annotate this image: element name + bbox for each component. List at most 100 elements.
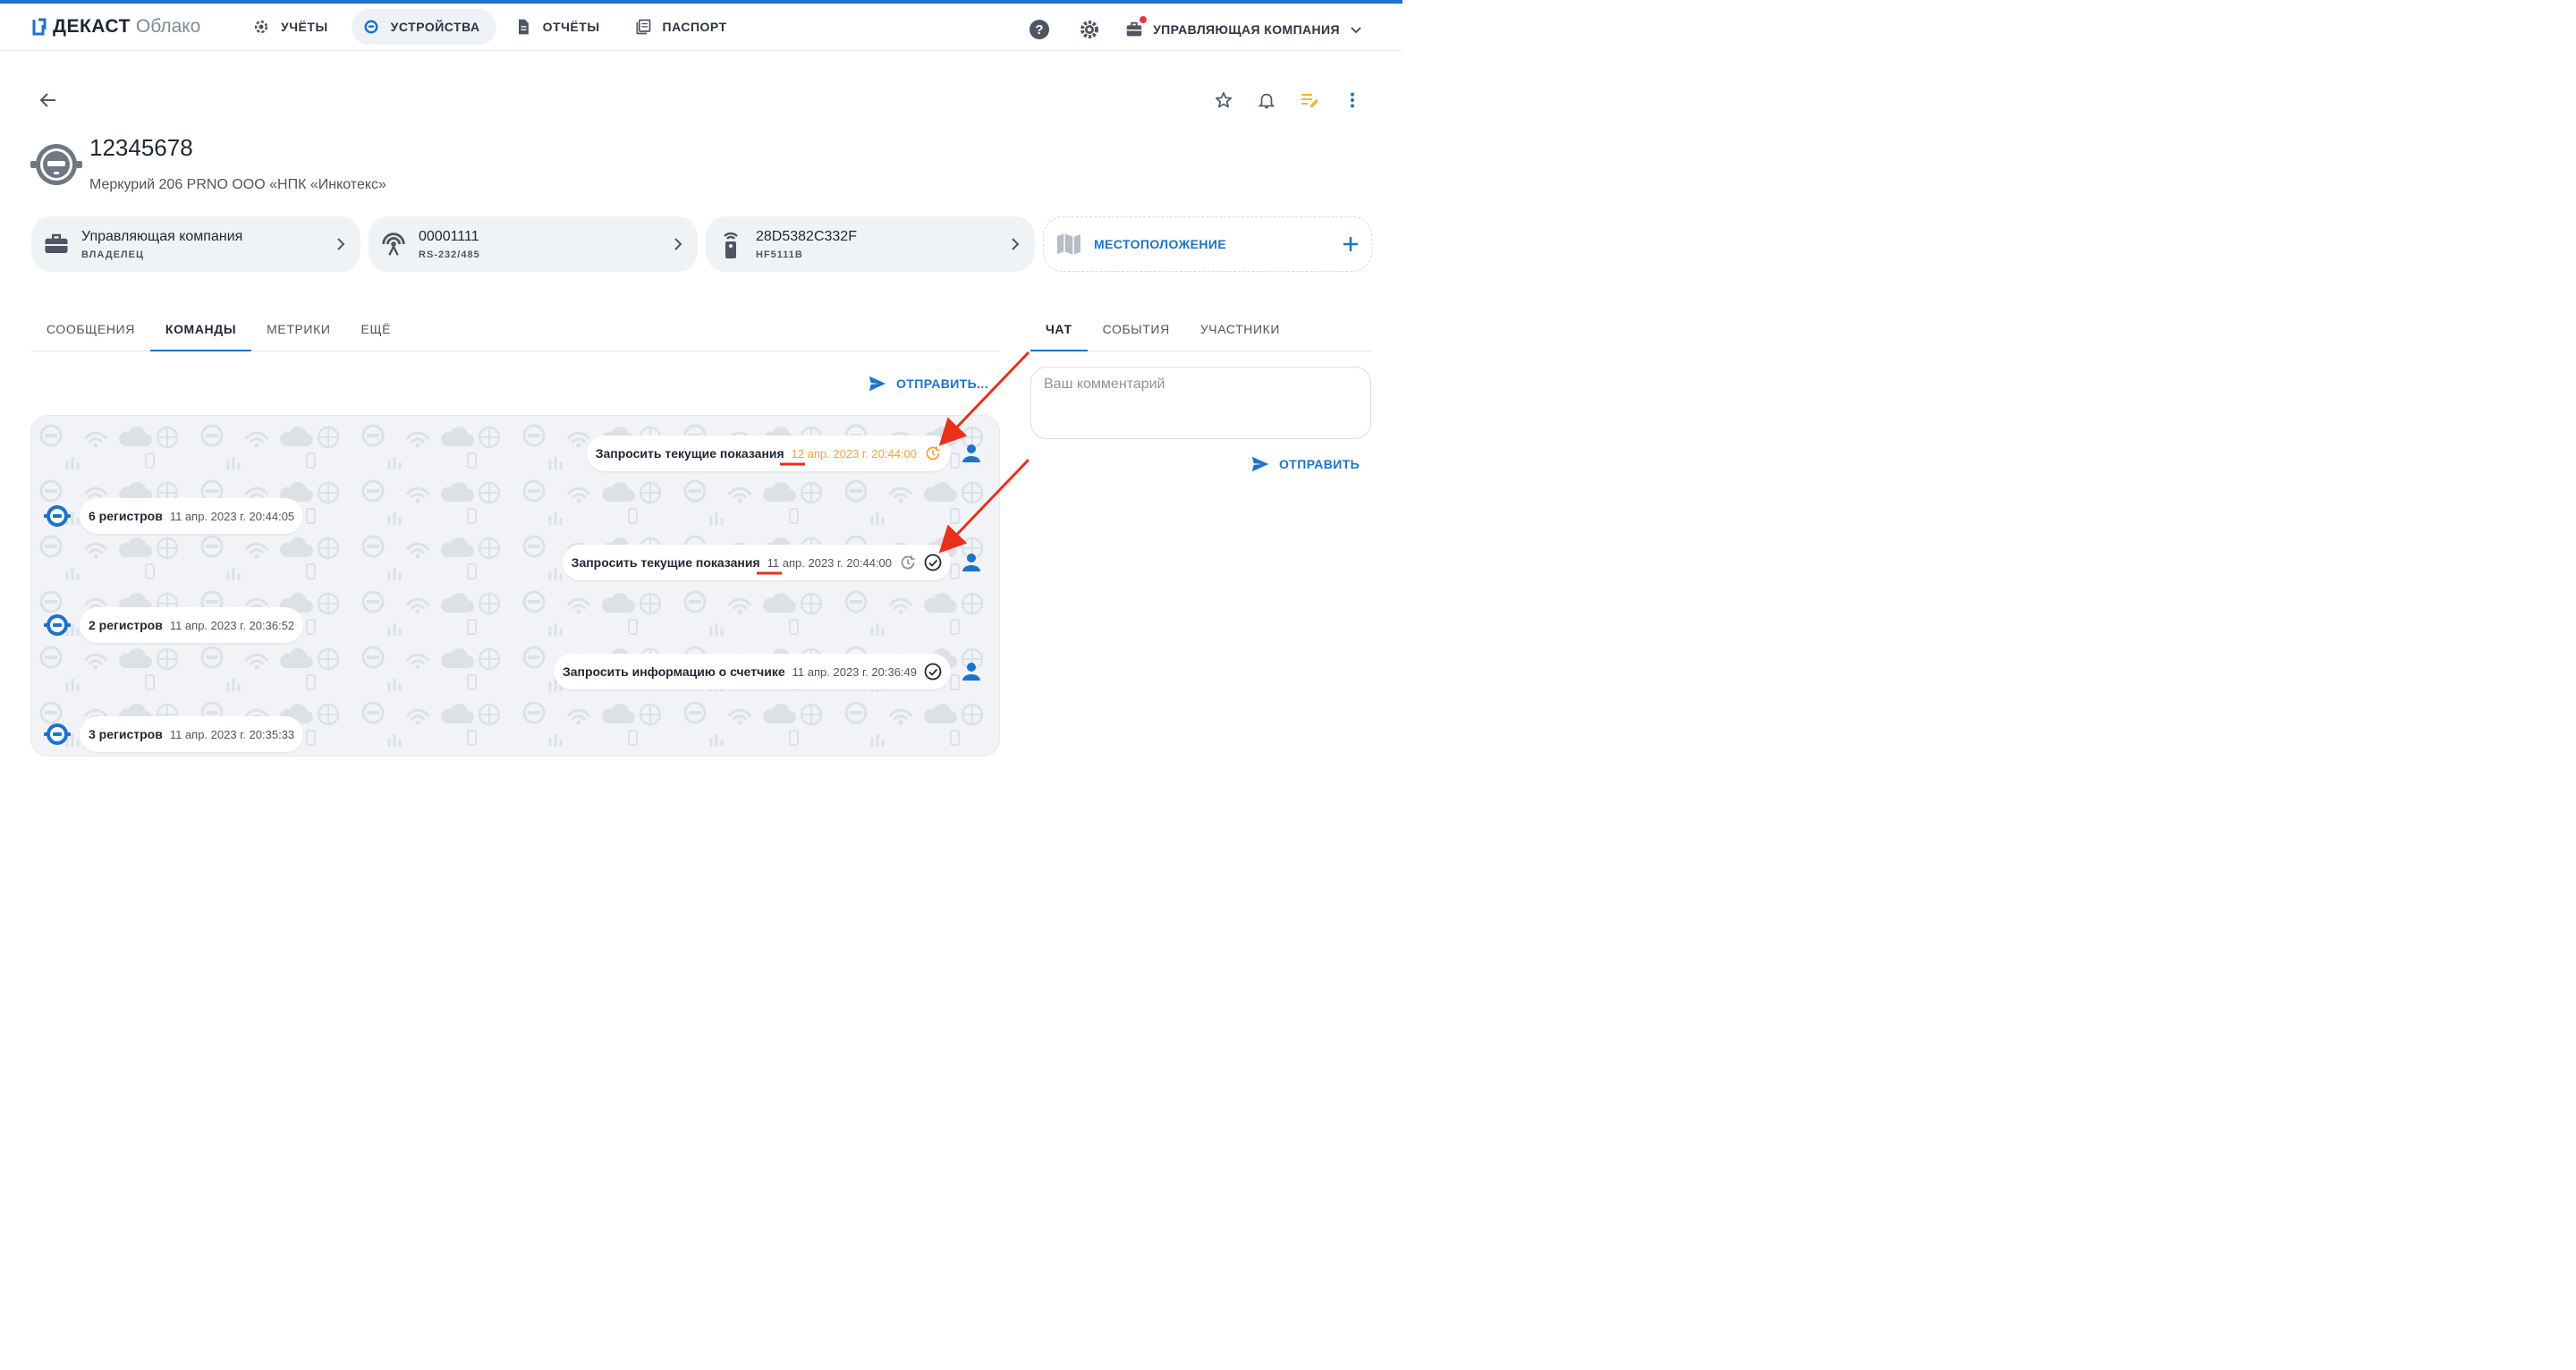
message-time: 12 апр. 2023 г. 20:44:00 bbox=[791, 446, 917, 461]
message-row: Запросить информацию о счетчике 11 апр. … bbox=[553, 654, 983, 689]
more-menu-button[interactable] bbox=[1338, 86, 1367, 114]
message-bubble[interactable]: 2 регистров 11 апр. 2023 г. 20:36:52 bbox=[80, 607, 304, 643]
message-text: Запросить текущие показания bbox=[595, 446, 784, 461]
briefcase-icon bbox=[45, 233, 68, 253]
comment-box[interactable] bbox=[1030, 367, 1371, 439]
owner-card[interactable]: Управляющая компания ВЛАДЕЛЕЦ bbox=[31, 216, 360, 272]
card-main: 00001111 bbox=[419, 228, 479, 244]
card-sub: HF5111B bbox=[756, 249, 803, 260]
device-model: Меркурий 206 PRNO ООО «НПК «Инкотекс» bbox=[89, 177, 386, 192]
notifications-button[interactable] bbox=[1252, 86, 1281, 114]
logo-mark-icon bbox=[32, 18, 47, 36]
gear-icon bbox=[1080, 21, 1099, 38]
gear-outline-icon bbox=[254, 20, 268, 34]
logo-brand: ДЕКАСТ bbox=[53, 16, 131, 37]
check-circle-icon bbox=[924, 554, 942, 571]
device-avatar-icon bbox=[44, 612, 71, 638]
back-button[interactable] bbox=[34, 86, 63, 114]
nav-item-uchety[interactable]: УЧЁТЫ bbox=[242, 9, 344, 45]
message-bubble[interactable]: Запросить текущие показания 12 апр. 2023… bbox=[586, 436, 951, 471]
header-actions: ? УПРАВЛЯЮЩАЯ КОМПАНИЯ bbox=[1024, 14, 1363, 45]
card-icon bbox=[716, 230, 745, 258]
logo[interactable]: ДЕКАСТ Облако bbox=[31, 16, 200, 38]
send-command-button[interactable]: ОТПРАВИТЬ... bbox=[868, 374, 988, 393]
settings-button[interactable] bbox=[1074, 14, 1105, 45]
logo-sub: Облако bbox=[135, 16, 201, 37]
message-time: 11 апр. 2023 г. 20:36:52 bbox=[169, 618, 295, 632]
interface-card[interactable]: 00001111 RS-232/485 bbox=[369, 216, 698, 272]
remote-icon bbox=[724, 232, 738, 258]
send-command-label: ОТПРАВИТЬ... bbox=[896, 376, 988, 391]
nav-item-pasport[interactable]: ПАСПОРТ bbox=[623, 9, 743, 45]
tab-metrics[interactable]: МЕТРИКИ bbox=[251, 308, 345, 351]
card-main: 28D5382C332F bbox=[756, 228, 857, 244]
device-id: 12345678 bbox=[89, 134, 193, 161]
check-circle-icon bbox=[924, 663, 942, 681]
message-time: 11 апр. 2023 г. 20:36:49 bbox=[792, 664, 917, 679]
company-label: УПРАВЛЯЮЩАЯ КОМПАНИЯ bbox=[1153, 22, 1340, 37]
device-meter-icon bbox=[30, 144, 82, 185]
commands-feed[interactable]: Запросить текущие показания 12 апр. 2023… bbox=[31, 416, 999, 756]
user-avatar-icon bbox=[960, 660, 983, 683]
nav-item-label: ОТЧЁТЫ bbox=[542, 20, 600, 34]
plus-icon bbox=[1343, 237, 1358, 251]
card-main: Управляющая компания bbox=[81, 228, 243, 244]
message-bubble[interactable]: 6 регистров 11 апр. 2023 г. 20:44:05 bbox=[80, 498, 304, 534]
chevron-right-icon bbox=[674, 238, 682, 250]
device-tabs: СООБЩЕНИЯ КОМАНДЫ МЕТРИКИ ЕЩЁ bbox=[31, 308, 999, 351]
svg-text:?: ? bbox=[1035, 22, 1043, 38]
card-text: МЕСТОПОЛОЖЕНИЕ bbox=[1094, 237, 1332, 251]
message-bubble[interactable]: Запросить текущие показания 11 апр. 2023… bbox=[562, 545, 951, 580]
send-comment-button[interactable]: ОТПРАВИТЬ bbox=[1250, 454, 1360, 474]
message-row: 3 регистров 11 апр. 2023 г. 20:35:33 bbox=[44, 716, 304, 752]
message-text: 3 регистров bbox=[89, 727, 163, 741]
message-bubble[interactable]: 3 регистров 11 апр. 2023 г. 20:35:33 bbox=[80, 716, 304, 752]
chevron-right-icon bbox=[337, 238, 345, 250]
nav-item-otchety[interactable]: ОТЧЁТЫ bbox=[504, 9, 616, 45]
antenna-icon bbox=[382, 233, 405, 256]
passport-icon bbox=[636, 19, 650, 35]
company-badge bbox=[1124, 16, 1148, 39]
help-button[interactable]: ? bbox=[1024, 14, 1055, 45]
tab-commands[interactable]: КОМАНДЫ bbox=[149, 308, 252, 351]
top-bar: ДЕКАСТ Облако УЧЁТЫ УСТРОЙСТВА ОТЧЁТЫ ПА… bbox=[0, 4, 1402, 51]
message-row: 6 регистров 11 апр. 2023 г. 20:44:05 bbox=[44, 498, 304, 534]
nav-item-ustroystva[interactable]: УСТРОЙСТВА bbox=[351, 9, 496, 45]
message-row: 2 регистров 11 апр. 2023 г. 20:36:52 bbox=[44, 607, 304, 643]
card-text: 28D5382C332F HF5111B bbox=[756, 229, 997, 260]
star-icon bbox=[1215, 91, 1233, 108]
tab-messages[interactable]: СООБЩЕНИЯ bbox=[31, 308, 150, 351]
map-icon bbox=[1057, 233, 1080, 255]
document-icon bbox=[518, 19, 529, 35]
nav-item-label: УСТРОЙСТВА bbox=[390, 20, 480, 34]
meter-icon bbox=[364, 20, 378, 34]
notification-dot bbox=[1140, 16, 1148, 23]
message-text: Запросить текущие показания bbox=[571, 555, 760, 570]
card-text: 00001111 RS-232/485 bbox=[419, 229, 660, 260]
card-icon bbox=[379, 230, 408, 258]
card-text: Управляющая компания ВЛАДЕЛЕЦ bbox=[81, 229, 323, 260]
arrow-left-icon bbox=[39, 93, 55, 107]
nav-item-label: ПАСПОРТ bbox=[662, 20, 727, 34]
user-avatar-icon bbox=[960, 442, 983, 465]
nav-item-label: УЧЁТЫ bbox=[281, 20, 328, 34]
comment-input[interactable] bbox=[1044, 376, 1358, 393]
info-cards: Управляющая компания ВЛАДЕЛЕЦ 00001111 R… bbox=[31, 216, 1372, 272]
device-avatar-icon bbox=[44, 503, 71, 529]
tab-more[interactable]: ЕЩЁ bbox=[346, 308, 407, 351]
location-card[interactable]: МЕСТОПОЛОЖЕНИЕ bbox=[1043, 216, 1372, 272]
card-sub: ВЛАДЕЛЕЦ bbox=[81, 249, 145, 260]
message-bubble[interactable]: Запросить информацию о счетчике 11 апр. … bbox=[553, 654, 951, 689]
tab-participants[interactable]: УЧАСТНИКИ bbox=[1185, 308, 1295, 351]
side-tabs: ЧАТ СОБЫТИЯ УЧАСТНИКИ bbox=[1030, 308, 1372, 351]
help-icon: ? bbox=[1030, 20, 1050, 39]
card-icon bbox=[1055, 230, 1083, 258]
history-icon bbox=[899, 554, 917, 571]
tab-chat[interactable]: ЧАТ bbox=[1030, 308, 1088, 351]
tab-events[interactable]: СОБЫТИЯ bbox=[1088, 308, 1185, 351]
company-selector[interactable]: УПРАВЛЯЮЩАЯ КОМПАНИЯ bbox=[1124, 16, 1363, 39]
favorite-button[interactable] bbox=[1209, 86, 1238, 114]
modem-card[interactable]: 28D5382C332F HF5111B bbox=[706, 216, 1035, 272]
device-avatar-icon bbox=[44, 721, 71, 748]
edit-notes-button[interactable] bbox=[1295, 86, 1324, 114]
